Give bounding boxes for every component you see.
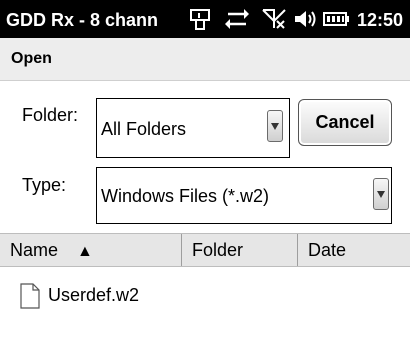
folder-dropdown-value: All Folders bbox=[101, 119, 187, 139]
type-dropdown-button[interactable] bbox=[373, 178, 389, 210]
folder-dropdown[interactable]: All Folders bbox=[96, 98, 290, 158]
column-header-folder-label: Folder bbox=[192, 240, 244, 260]
type-dropdown[interactable]: Windows Files (*.w2) bbox=[96, 167, 392, 224]
clock[interactable]: 12:50 bbox=[357, 8, 410, 32]
folder-dropdown-button[interactable] bbox=[267, 110, 283, 142]
type-dropdown-value: Windows Files (*.w2) bbox=[101, 186, 270, 206]
column-header-name[interactable]: Name ▲ bbox=[0, 234, 181, 266]
menu-bar: Open bbox=[0, 38, 410, 81]
cancel-button[interactable]: Cancel bbox=[298, 99, 392, 146]
column-header-date-label: Date bbox=[308, 240, 347, 260]
file-list-item[interactable]: Userdef.w2 bbox=[0, 276, 410, 316]
battery-icon[interactable] bbox=[323, 8, 351, 30]
column-header-name-label: Name bbox=[10, 240, 59, 260]
folder-label: Folder: bbox=[22, 105, 79, 125]
status-bar-title: GDD Rx - 8 chann bbox=[6, 10, 159, 30]
file-icon bbox=[20, 283, 40, 314]
sync-arrows-icon[interactable] bbox=[225, 8, 249, 30]
chevron-down-icon bbox=[271, 123, 279, 130]
file-list-header: Name ▲ Folder Date bbox=[0, 233, 410, 267]
type-label: Type: bbox=[22, 175, 67, 195]
no-signal-icon[interactable] bbox=[262, 8, 286, 30]
status-bar: GDD Rx - 8 chann 12:50 bbox=[0, 0, 410, 38]
file-name: Userdef.w2 bbox=[48, 285, 140, 305]
sort-ascending-icon: ▲ bbox=[77, 243, 93, 260]
phone-icon[interactable] bbox=[188, 8, 212, 30]
dialog-title: Open bbox=[11, 50, 52, 67]
speaker-icon[interactable] bbox=[293, 8, 317, 30]
column-header-date[interactable]: Date bbox=[298, 234, 410, 266]
chevron-down-icon bbox=[377, 191, 385, 198]
column-header-folder[interactable]: Folder bbox=[182, 234, 297, 266]
